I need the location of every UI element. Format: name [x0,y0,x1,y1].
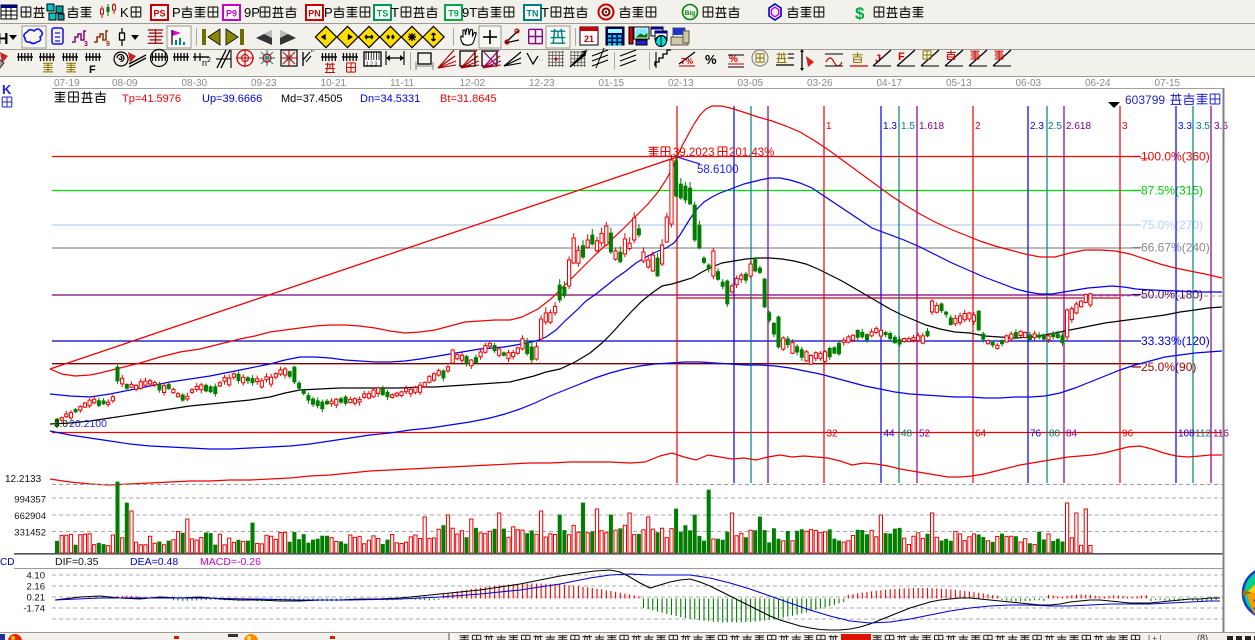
svg-text:06-24: 06-24 [1085,78,1111,89]
svg-text:": " [311,49,314,58]
svg-text:2: 2 [207,57,211,64]
svg-text:PN: PN [308,9,321,19]
svg-text:994357: 994357 [14,495,46,506]
svg-text:P: P [324,5,333,20]
svg-text:DEA=0.48: DEA=0.48 [130,556,178,568]
svg-text:K: K [120,5,129,20]
svg-text:05-13: 05-13 [946,78,972,89]
svg-text:87.5%(315): 87.5%(315) [1141,184,1203,198]
svg-text:1.5: 1.5 [901,121,915,132]
svg-text:9: 9 [106,41,110,48]
svg-text:P9: P9 [226,9,237,19]
svg-text:-1.74: -1.74 [23,604,45,615]
svg-text:100.0%(360): 100.0%(360) [1141,150,1210,164]
svg-text:04-17: 04-17 [877,78,903,89]
svg-text:T9: T9 [448,9,459,19]
svg-text:112: 112 [1195,429,1211,440]
svg-text:25.0%(90): 25.0%(90) [1141,360,1196,374]
svg-text:21: 21 [584,34,594,44]
svg-text:0.21: 0.21 [27,593,46,604]
svg-text:96: 96 [1122,429,1134,440]
svg-text:P: P [172,5,181,20]
svg-text:2: 2 [975,121,981,132]
svg-text:08-09: 08-09 [112,78,138,89]
svg-text:331452: 331452 [14,528,46,539]
svg-text:32: 32 [827,429,839,440]
svg-text:01-15: 01-15 [599,78,625,89]
svg-text:108: 108 [1178,429,1195,440]
svg-text:PS: PS [153,9,165,19]
svg-text:Tp=41.5976: Tp=41.5976 [122,93,181,105]
svg-text:(8): (8) [1197,633,1208,640]
svg-text:Md=37.4505: Md=37.4505 [281,93,342,105]
svg-text:T: T [391,5,399,20]
svg-text:%: % [686,57,693,66]
svg-text:Big: Big [685,10,696,17]
svg-text:84: 84 [1066,429,1078,440]
svg-text:2.16: 2.16 [27,582,46,593]
svg-text:12-02: 12-02 [460,78,486,89]
svg-text:10-21: 10-21 [321,78,347,89]
svg-text:03-05: 03-05 [738,78,764,89]
svg-text:$: $ [855,4,865,23]
svg-text:09-23: 09-23 [251,78,277,89]
svg-text:| + | .: | + | . [1148,634,1166,640]
svg-text:DIF=0.35: DIF=0.35 [55,556,99,568]
svg-text:H: H [0,31,9,48]
svg-text:07-15: 07-15 [1155,78,1181,89]
svg-text:1: 1 [826,121,832,132]
svg-text:T: T [541,5,549,20]
svg-text:07-19: 07-19 [54,78,80,89]
svg-text:3.5: 3.5 [1196,121,1210,132]
svg-text:3: 3 [84,41,88,48]
svg-text:201.43%: 201.43% [729,147,774,159]
svg-text:TN: TN [527,9,539,19]
svg-text:603799: 603799 [1125,93,1165,107]
svg-text:64: 64 [975,429,987,440]
svg-text:1 2 3: 1 2 3 [366,62,377,68]
svg-text:06-03: 06-03 [1016,78,1042,89]
svg-text:Bt=31.8645: Bt=31.8645 [440,93,497,105]
svg-text:3.6: 3.6 [1214,121,1228,132]
svg-text:76: 76 [1030,429,1042,440]
svg-text:116: 116 [1213,429,1229,440]
svg-text:03-26: 03-26 [807,78,833,89]
svg-text:K: K [2,82,12,97]
svg-text:75.0%(270): 75.0%(270) [1141,218,1203,232]
svg-text:3.0: 3.0 [54,419,68,430]
svg-text:2.5: 2.5 [1048,121,1062,132]
svg-text:58.6100: 58.6100 [697,164,739,176]
svg-text:1.3: 1.3 [883,121,897,132]
svg-text:48: 48 [901,429,913,440]
svg-text:CD: CD [0,557,14,568]
svg-text:3: 3 [1122,121,1128,132]
svg-text:4.10: 4.10 [27,571,46,582]
svg-text:52: 52 [919,429,931,440]
svg-text:12.2133: 12.2133 [5,474,42,485]
svg-text:33.33%(120): 33.33%(120) [1141,334,1210,348]
svg-text:2.618: 2.618 [1066,121,1091,132]
svg-text:80: 80 [1049,429,1061,440]
svg-text:662904: 662904 [14,511,46,522]
svg-text:02-13: 02-13 [668,78,694,89]
svg-text:66.67%(240): 66.67%(240) [1141,241,1210,255]
svg-text:44: 44 [884,429,896,440]
svg-text:2.3: 2.3 [1030,121,1044,132]
svg-text:3.3: 3.3 [1178,121,1192,132]
svg-text:9P: 9P [244,5,260,20]
svg-text:9T: 9T [462,5,477,20]
svg-text:Dn=34.5331: Dn=34.5331 [360,93,420,105]
svg-text:11-11: 11-11 [390,78,415,89]
svg-text:TS: TS [377,9,389,19]
svg-text:MACD=-0.26: MACD=-0.26 [200,556,261,568]
svg-text:Up=39.6666: Up=39.6666 [202,93,262,105]
svg-text:20.2100: 20.2100 [69,418,107,430]
svg-text:%: % [705,52,717,67]
svg-text:%: % [729,54,738,65]
svg-text:08-30: 08-30 [182,78,208,89]
svg-text:1.618: 1.618 [919,121,944,132]
svg-text:12-23: 12-23 [529,78,555,89]
svg-text:F: F [89,64,96,76]
